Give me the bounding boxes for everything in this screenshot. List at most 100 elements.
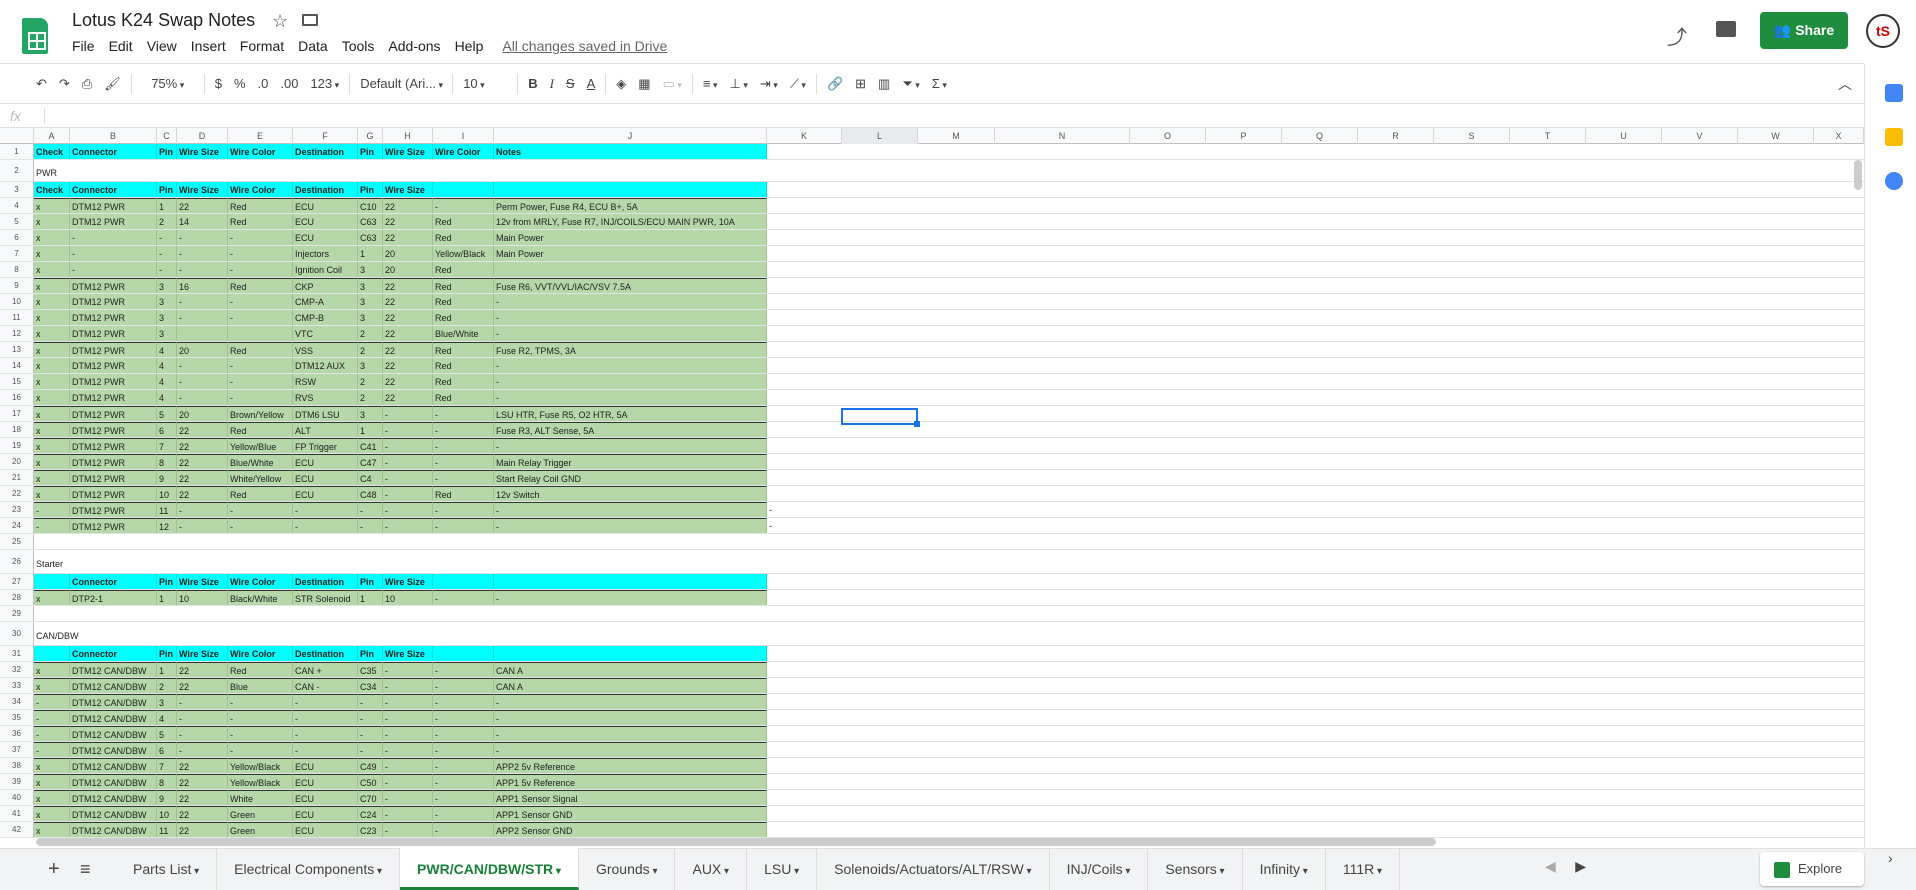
table-cell[interactable]: 3 [358,294,383,309]
sheet-tab[interactable]: Parts List [116,848,218,890]
table-cell[interactable]: - [433,822,494,837]
table-cell[interactable]: - [383,790,433,805]
table-cell[interactable]: - [433,710,494,725]
table-cell[interactable]: - [383,662,433,677]
table-cell[interactable]: ECU [293,822,358,837]
table-cell[interactable]: - [157,262,177,277]
table-cell[interactable]: Wire Size [383,144,433,159]
table-cell[interactable]: Fuse R3, ALT Sense, 5A [494,422,767,437]
table-cell[interactable]: 2 [358,342,383,357]
select-all-corner[interactable] [0,128,34,144]
table-cell[interactable]: - [177,358,228,373]
column-header-t[interactable]: T [1510,128,1586,144]
column-header-u[interactable]: U [1586,128,1662,144]
table-cell[interactable]: 4 [157,358,177,373]
row-number[interactable]: 24 [0,518,34,533]
row-number[interactable]: 32 [0,662,34,677]
table-cell[interactable]: - [433,726,494,741]
text-rotate-icon[interactable]: ⟋ [784,72,812,96]
table-cell[interactable]: Pin [157,646,177,661]
table-cell[interactable]: - [228,262,293,277]
table-cell[interactable]: RSW [293,374,358,389]
column-header-w[interactable]: W [1738,128,1814,144]
table-cell[interactable] [494,262,767,277]
table-cell[interactable]: Yellow/Black [433,246,494,261]
table-cell[interactable]: DTM12 PWR [70,390,157,405]
table-cell[interactable]: - [157,246,177,261]
table-cell[interactable]: x [34,246,70,261]
table-cell[interactable]: 5 [157,406,177,421]
table-cell[interactable]: Destination [293,646,358,661]
table-cell[interactable]: CAN - [293,678,358,693]
sheet-tab[interactable]: PWR/CAN/DBW/STR [400,848,579,890]
table-cell[interactable]: - [494,390,767,405]
horizontal-scrollbar[interactable] [36,838,1436,846]
table-cell[interactable]: 3 [358,278,383,293]
column-header-e[interactable]: E [228,128,293,144]
table-cell[interactable]: DTM12 CAN/DBW [70,822,157,837]
table-cell[interactable]: 22 [177,454,228,469]
merge-cells-icon[interactable]: ▭ [657,72,688,96]
table-cell[interactable]: - [494,502,767,517]
table-cell[interactable]: - [228,358,293,373]
column-header-o[interactable]: O [1130,128,1206,144]
table-cell[interactable]: - [228,230,293,245]
menu-tools[interactable]: Tools [335,38,382,54]
table-cell[interactable]: - [383,438,433,453]
table-cell[interactable]: - [433,422,494,437]
table-cell[interactable]: - [433,502,494,517]
table-cell[interactable]: - [433,454,494,469]
section-title[interactable]: CAN/DBW [34,622,334,645]
row-number[interactable]: 27 [0,574,34,589]
table-cell[interactable]: x [34,678,70,693]
table-cell[interactable]: 6 [157,742,177,757]
table-cell[interactable]: - [494,742,767,757]
table-cell[interactable]: VTC [293,326,358,341]
table-cell[interactable]: - [70,246,157,261]
table-cell[interactable]: x [34,774,70,789]
bold-button[interactable]: B [522,72,543,96]
table-cell[interactable]: 22 [383,278,433,293]
table-cell[interactable]: x [34,454,70,469]
row-number[interactable]: 31 [0,646,34,661]
table-cell[interactable]: 4 [157,342,177,357]
table-cell[interactable]: - [383,710,433,725]
table-cell[interactable]: ECU [293,198,358,213]
table-cell[interactable]: 9 [157,470,177,485]
table-cell[interactable]: x [34,470,70,485]
table-cell[interactable]: 1 [358,246,383,261]
table-cell[interactable]: 4 [157,710,177,725]
sheet-tab[interactable]: Electrical Components [217,848,401,890]
menu-insert[interactable]: Insert [184,38,233,54]
insert-comment-icon[interactable]: ⊞ [849,72,872,96]
column-header-r[interactable]: R [1358,128,1434,144]
row-number[interactable]: 17 [0,406,34,421]
table-cell[interactable]: 3 [358,262,383,277]
table-cell[interactable]: DTM12 CAN/DBW [70,662,157,677]
table-cell[interactable]: - [494,374,767,389]
table-cell[interactable]: - [433,662,494,677]
table-cell[interactable]: C63 [358,214,383,229]
vertical-align-icon[interactable]: ⊥ [724,72,754,96]
share-button[interactable]: 👥 Share [1760,12,1848,49]
column-header-x[interactable]: X [1814,128,1864,144]
comments-icon[interactable] [1716,21,1736,37]
table-cell[interactable]: Red [433,342,494,357]
table-cell[interactable]: DTM12 PWR [70,326,157,341]
row-number[interactable]: 26 [0,550,34,573]
table-cell[interactable]: ECU [293,758,358,773]
table-cell[interactable]: 4 [157,374,177,389]
sheet-tab[interactable]: INJ/Coils [1050,848,1149,890]
table-cell[interactable]: x [34,822,70,837]
table-cell[interactable]: 1 [157,662,177,677]
table-cell[interactable]: - [228,502,293,517]
table-cell[interactable]: DTM12 CAN/DBW [70,726,157,741]
table-cell[interactable]: LSU HTR, Fuse R5, O2 HTR, 5A [494,406,767,421]
fill-color-icon[interactable]: ◈ [610,72,632,96]
column-header-l[interactable]: L [842,128,918,144]
table-cell[interactable]: - [34,502,70,517]
menu-help[interactable]: Help [448,38,491,54]
table-cell[interactable]: C49 [358,758,383,773]
table-cell[interactable]: 6 [157,422,177,437]
table-cell[interactable]: Red [228,662,293,677]
